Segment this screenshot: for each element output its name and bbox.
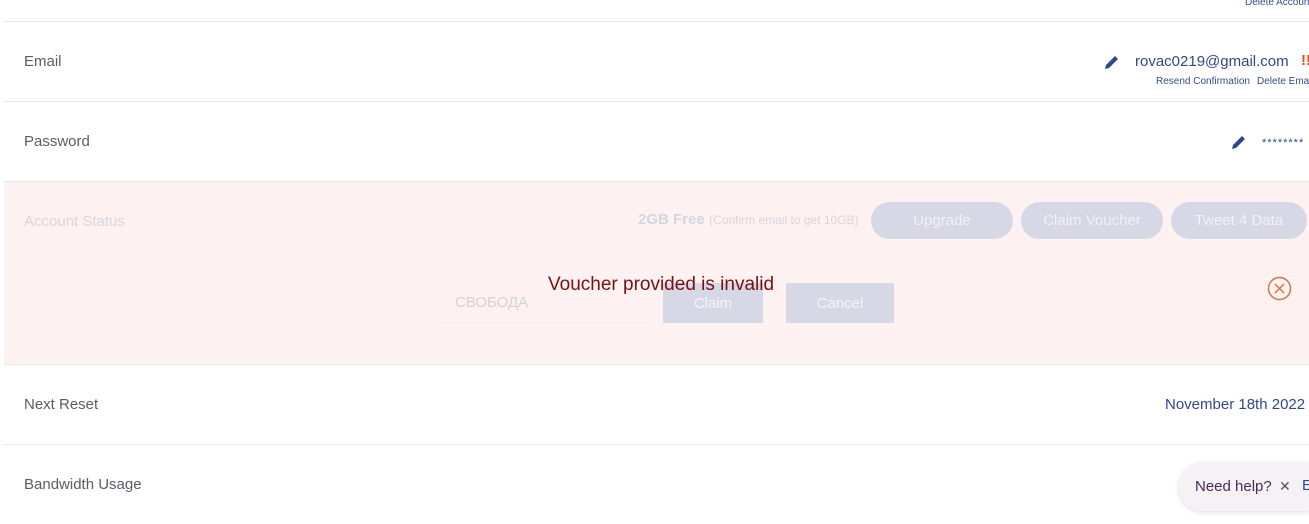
- edit-password-pencil-icon[interactable]: [1230, 133, 1248, 151]
- bandwidth-row: Bandwidth Usage: [4, 445, 1309, 524]
- close-help-icon[interactable]: ✕: [1279, 478, 1291, 495]
- edit-email-pencil-icon[interactable]: [1103, 53, 1121, 71]
- email-value: rovac0219@gmail.com: [1135, 53, 1289, 70]
- delete-account-row: Delete Account: [4, 0, 1309, 22]
- upgrade-button[interactable]: Upgrade: [871, 202, 1013, 239]
- resend-confirmation-link[interactable]: Resend Confirmation: [1156, 76, 1250, 87]
- voucher-error-message: Voucher provided is invalid: [548, 274, 775, 295]
- next-reset-label: Next Reset: [24, 396, 99, 413]
- delete-account-link[interactable]: Delete Account: [1245, 0, 1309, 8]
- claim-voucher-button[interactable]: Claim Voucher: [1021, 202, 1163, 239]
- account-status-row: Account Status 2GB Free (Confirm email t…: [4, 182, 1309, 365]
- delete-email-link[interactable]: Delete Email: [1257, 76, 1309, 87]
- email-warning-badge: !!: [1301, 52, 1309, 69]
- bandwidth-label: Bandwidth Usage: [24, 476, 142, 493]
- need-help-widget[interactable]: Need help? ✕ E: [1179, 463, 1309, 511]
- password-value: ********: [1262, 137, 1305, 149]
- next-reset-row: Next Reset November 18th 2022: [4, 365, 1309, 445]
- tweet-4-data-button[interactable]: Tweet 4 Data: [1171, 202, 1307, 239]
- bandwidth-value-partial: E: [1302, 477, 1309, 494]
- password-row: Password ********: [4, 102, 1309, 182]
- need-help-label[interactable]: Need help?: [1195, 478, 1272, 495]
- plan-note: (Confirm email to get 10GB): [709, 213, 859, 227]
- cancel-button[interactable]: Cancel: [786, 283, 894, 323]
- password-label: Password: [24, 133, 90, 150]
- plan-text: 2GB Free (Confirm email to get 10GB): [638, 211, 859, 229]
- next-reset-value: November 18th 2022: [1165, 396, 1306, 413]
- close-error-circle-x-icon[interactable]: [1267, 276, 1292, 301]
- account-status-label: Account Status: [24, 213, 125, 230]
- plan-name: 2GB Free: [638, 211, 705, 228]
- email-label: Email: [24, 53, 62, 70]
- email-row: Email rovac0219@gmail.com !! Resend Conf…: [4, 22, 1309, 102]
